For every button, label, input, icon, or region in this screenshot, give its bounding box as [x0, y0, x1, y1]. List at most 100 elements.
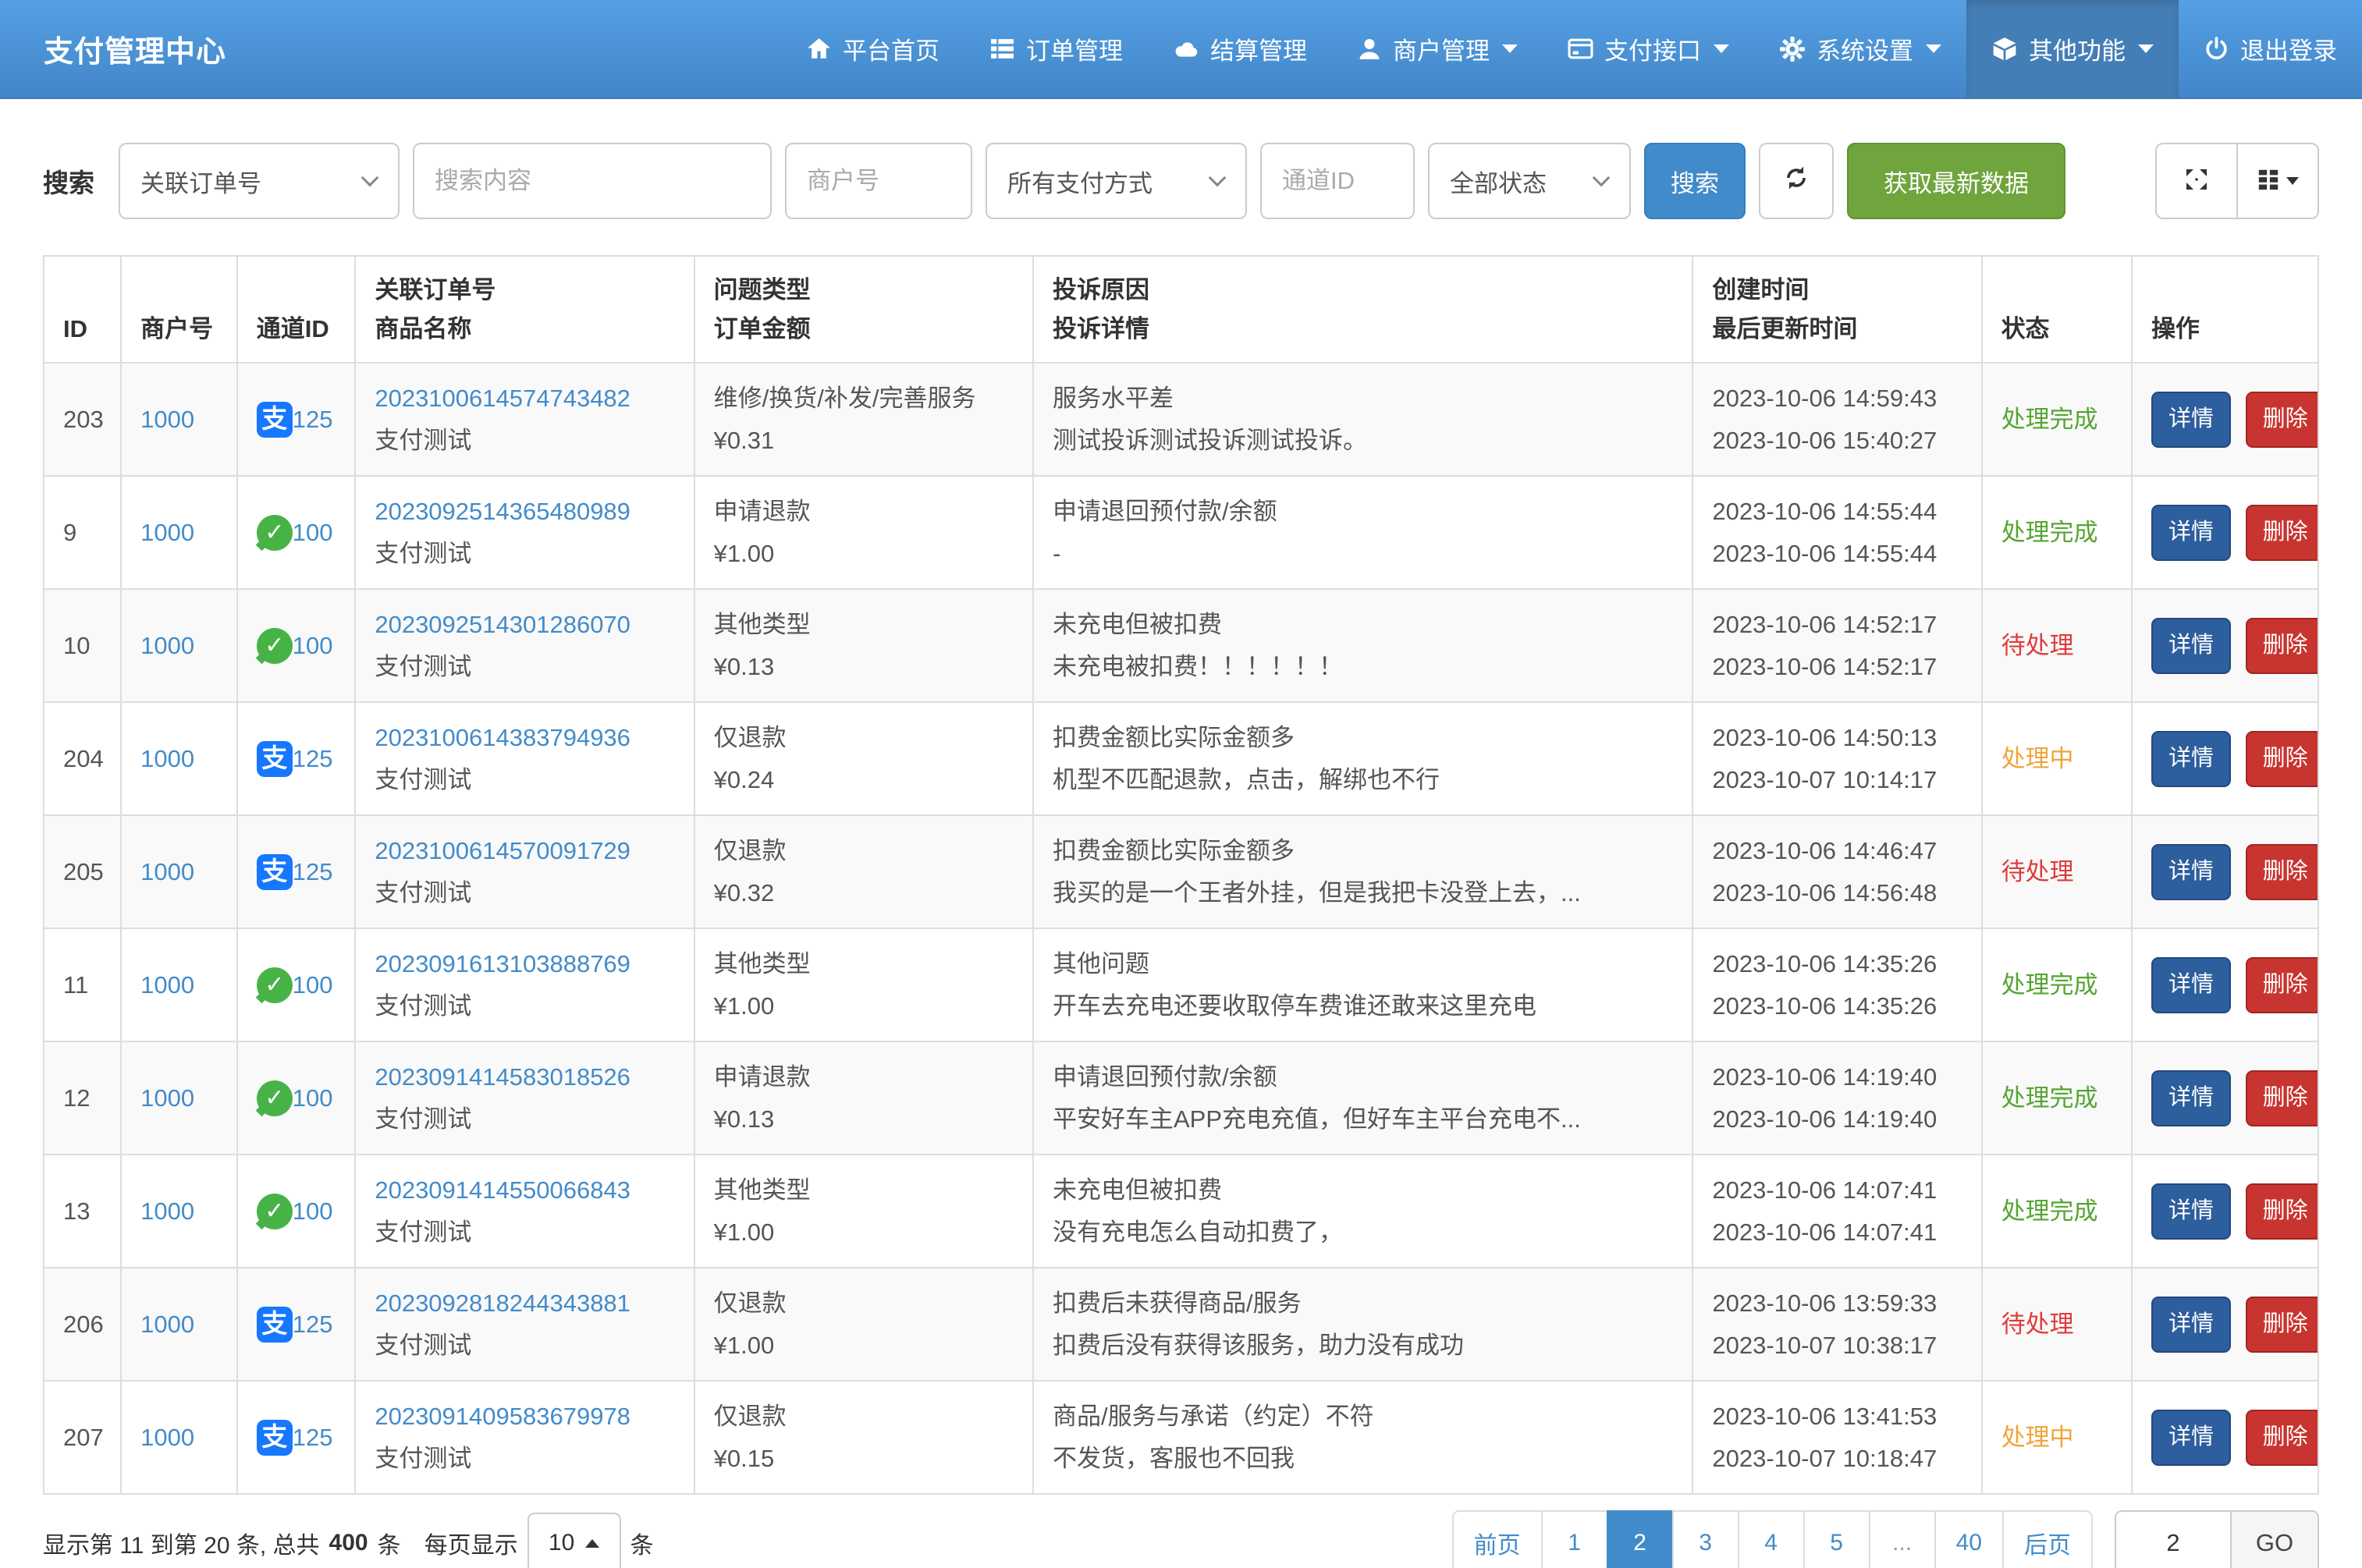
order-number-link[interactable]: 2023092514301286070: [375, 611, 630, 638]
search-content-input[interactable]: [413, 143, 772, 219]
header-reason: 投诉原因投诉详情: [1033, 256, 1692, 363]
channel-id-link[interactable]: 100: [293, 1190, 333, 1232]
fullscreen-button[interactable]: [2155, 143, 2238, 219]
status-badge: 处理中: [2001, 1424, 2074, 1451]
delete-button[interactable]: 删除: [2246, 1183, 2318, 1240]
detail-button[interactable]: 详情: [2151, 505, 2231, 561]
detail-button[interactable]: 详情: [2151, 1410, 2231, 1466]
merchant-link[interactable]: 1000: [140, 519, 194, 546]
nav-item-logout[interactable]: 退出登录: [2179, 0, 2362, 98]
detail-button[interactable]: 详情: [2151, 1183, 2231, 1240]
created-time: 2023-10-06 14:46:47: [1712, 830, 1962, 871]
merchant-link[interactable]: 1000: [140, 971, 194, 999]
product-name: 支付测试: [375, 646, 674, 687]
merchant-link[interactable]: 1000: [140, 858, 194, 885]
page-button-4[interactable]: 4: [1738, 1510, 1805, 1568]
order-number-link[interactable]: 2023091613103888769: [375, 950, 630, 977]
total-count: 400: [329, 1530, 368, 1556]
delete-button[interactable]: 删除: [2246, 505, 2318, 561]
next-page-button[interactable]: 后页: [2002, 1510, 2093, 1568]
created-time: 2023-10-06 14:52:17: [1712, 604, 1962, 645]
updated-time: 2023-10-07 10:18:47: [1712, 1438, 1962, 1479]
channel-id-link[interactable]: 100: [293, 964, 333, 1006]
columns-button[interactable]: [2236, 143, 2319, 219]
home-icon: [806, 36, 832, 62]
search-button[interactable]: 搜索: [1644, 143, 1746, 219]
delete-button[interactable]: 删除: [2246, 844, 2318, 900]
delete-button[interactable]: 删除: [2246, 731, 2318, 787]
order-number-link[interactable]: 2023100614574743482: [375, 385, 630, 412]
delete-button[interactable]: 删除: [2246, 392, 2318, 448]
detail-button[interactable]: 详情: [2151, 1297, 2231, 1353]
channel-id-link[interactable]: 100: [293, 512, 333, 553]
detail-button[interactable]: 详情: [2151, 1070, 2231, 1126]
delete-button[interactable]: 删除: [2246, 957, 2318, 1013]
order-number-link[interactable]: 2023100614570091729: [375, 837, 630, 864]
merchant-link[interactable]: 1000: [140, 1424, 194, 1451]
prev-page-button[interactable]: 前页: [1452, 1510, 1543, 1568]
refresh-button[interactable]: [1759, 143, 1834, 219]
alipay-pay-icon: 支: [257, 741, 293, 777]
channel-id-input[interactable]: [1260, 143, 1415, 219]
order-number-link[interactable]: 2023091414583018526: [375, 1063, 630, 1091]
complaint-detail: 我买的是一个王者外挂，但是我把卡没登上去，...: [1053, 872, 1673, 913]
delete-button[interactable]: 删除: [2246, 618, 2318, 674]
channel-id-link[interactable]: 125: [293, 851, 333, 892]
merchant-link[interactable]: 1000: [140, 745, 194, 772]
header-id: ID: [44, 256, 121, 363]
order-number-link[interactable]: 2023092818244343881: [375, 1290, 630, 1317]
nav-item-home[interactable]: 平台首页: [781, 0, 964, 98]
order-number-link[interactable]: 2023091414550066843: [375, 1176, 630, 1204]
detail-button[interactable]: 详情: [2151, 392, 2231, 448]
alipay-pay-icon: 支: [257, 1307, 293, 1343]
complaint-reason: 申请退回预付款/余额: [1053, 1056, 1673, 1098]
page-size-select[interactable]: 10: [527, 1513, 621, 1568]
issue-type: 仅退款: [714, 1282, 1014, 1324]
nav-item-pay-interface[interactable]: 支付接口: [1543, 0, 1754, 98]
order-number-link[interactable]: 2023100614383794936: [375, 724, 630, 751]
merchant-link[interactable]: 1000: [140, 1084, 194, 1112]
page-button-5[interactable]: 5: [1803, 1510, 1870, 1568]
nav-item-other-functions[interactable]: 其他功能: [1966, 0, 2179, 98]
detail-button[interactable]: 详情: [2151, 618, 2231, 674]
merchant-link[interactable]: 1000: [140, 632, 194, 659]
detail-button[interactable]: 详情: [2151, 844, 2231, 900]
row-id: 10: [63, 632, 90, 659]
nav-item-merchants[interactable]: 商户管理: [1332, 0, 1543, 98]
delete-button[interactable]: 删除: [2246, 1297, 2318, 1353]
search-toolbar: 搜索 关联订单号 所有支付方式 全部状态 搜索 获取最新数据: [43, 143, 2319, 219]
page-button-40[interactable]: 40: [1934, 1510, 2004, 1568]
channel-id-link[interactable]: 125: [293, 399, 333, 440]
channel-id-link[interactable]: 125: [293, 738, 333, 779]
nav-item-orders[interactable]: 订单管理: [964, 0, 1148, 98]
delete-button[interactable]: 删除: [2246, 1410, 2318, 1466]
detail-button[interactable]: 详情: [2151, 957, 2231, 1013]
order-number-link[interactable]: 2023092514365480989: [375, 498, 630, 525]
page-button-3[interactable]: 3: [1672, 1510, 1739, 1568]
page-button-1[interactable]: 1: [1541, 1510, 1608, 1568]
nav-item-settlement[interactable]: 结算管理: [1148, 0, 1332, 98]
pay-method-select[interactable]: 所有支付方式: [986, 143, 1247, 219]
go-button[interactable]: GO: [2232, 1510, 2319, 1568]
channel-id-link[interactable]: 100: [293, 1077, 333, 1119]
fetch-latest-button[interactable]: 获取最新数据: [1847, 143, 2065, 219]
issue-type: 申请退款: [714, 1056, 1014, 1098]
chevron-down-icon: [2138, 44, 2154, 53]
order-number-link[interactable]: 2023091409583679978: [375, 1403, 630, 1430]
page-button-2-active[interactable]: 2: [1607, 1510, 1674, 1568]
channel-id-link[interactable]: 100: [293, 625, 333, 666]
nav-item-system-settings[interactable]: 系统设置: [1754, 0, 1966, 98]
merchant-link[interactable]: 1000: [140, 406, 194, 433]
page-list: 前页 1 2 3 4 5 ... 40 后页: [1452, 1510, 2093, 1568]
complaint-reason: 扣费金额比实际金额多: [1053, 717, 1673, 758]
order-field-select[interactable]: 关联订单号: [119, 143, 400, 219]
merchant-id-input[interactable]: [785, 143, 972, 219]
merchant-link[interactable]: 1000: [140, 1197, 194, 1225]
detail-button[interactable]: 详情: [2151, 731, 2231, 787]
page-jump-input[interactable]: [2115, 1510, 2232, 1568]
status-select[interactable]: 全部状态: [1428, 143, 1631, 219]
channel-id-link[interactable]: 125: [293, 1417, 333, 1458]
delete-button[interactable]: 删除: [2246, 1070, 2318, 1126]
merchant-link[interactable]: 1000: [140, 1311, 194, 1338]
channel-id-link[interactable]: 125: [293, 1304, 333, 1345]
